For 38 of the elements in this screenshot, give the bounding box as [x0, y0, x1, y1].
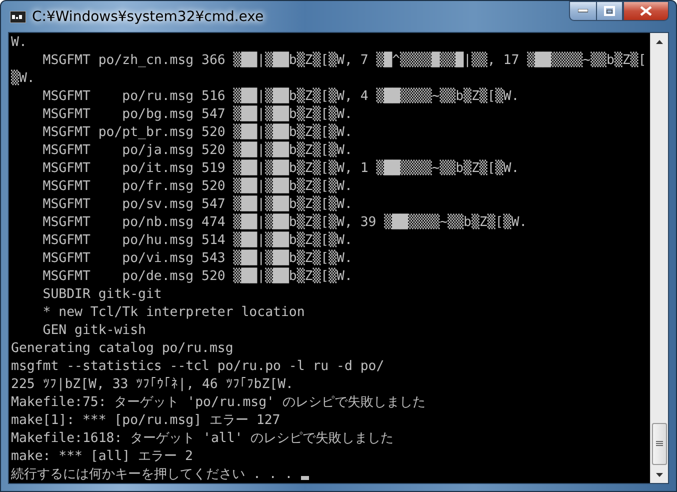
close-button[interactable] [623, 1, 669, 21]
maximize-icon [604, 6, 615, 16]
console-line: SUBDIR gitk-git [42, 287, 162, 302]
console-line: MSGFMT po/fr.msg 520 ▒██|▒██b▒Z▒[▒W. [42, 179, 352, 194]
console-line: W. [11, 35, 27, 50]
grip-icon [656, 441, 663, 447]
console-line: MSGFMT po/ru.msg 516 ▒██|▒██b▒Z▒[▒W, 4 ▒██▒▒▒▒~▒▒b▒Z▒[▒W. [42, 89, 520, 104]
console-line: MSGFMT po/hu.msg 514 ▒██|▒██b▒Z▒[▒W. [42, 233, 352, 248]
scroll-up-icon[interactable] [656, 40, 663, 44]
console-line: MSGFMT po/nb.msg 474 ▒██|▒██b▒Z▒[▒W, 39 ▒██▒▒▒▒~▒▒b▒Z▒[▒W. [42, 215, 528, 230]
window-title: C:¥Windows¥system32¥cmd.exe [32, 8, 264, 24]
console-line: 225 ﾂﾌ|bZ[W, 33 ﾂﾌ｢ｳ｢ﾈ|, 46 ﾂﾌ｢ﾌbZ[W. [11, 377, 294, 392]
maximize-button[interactable] [596, 1, 623, 21]
scroll-down-icon[interactable] [656, 472, 663, 476]
console-line: Makefile:1618: ターゲット 'all' のレシピで失敗しました [11, 431, 394, 446]
close-icon [640, 6, 652, 16]
console-line: Makefile:75: ターゲット 'po/ru.msg' のレシピで失敗しました [11, 395, 426, 410]
minimize-icon [578, 9, 588, 13]
console-line: 続行するには何かキーを押してください . . . [11, 467, 294, 482]
console-line: msgfmt --statistics --tcl po/ru.po -l ru -d po/ [11, 359, 384, 374]
console-line: GEN gitk-wish [42, 323, 146, 338]
console-line: ▒W. [11, 71, 35, 86]
console-line: Generating catalog po/ru.msg [11, 341, 234, 356]
console-line: MSGFMT po/pt_br.msg 520 ▒██|▒██b▒Z▒[▒W. [42, 125, 352, 140]
scrollbar[interactable] [650, 33, 668, 483]
console-line: MSGFMT po/it.msg 519 ▒██|▒██b▒Z▒[▒W, 1 ▒██▒▒▒▒~▒▒b▒Z▒[▒W. [42, 161, 520, 176]
console-line: MSGFMT po/ja.msg 520 ▒██|▒██b▒Z▒[▒W. [42, 143, 352, 158]
console-line: MSGFMT po/sv.msg 547 ▒██|▒██b▒Z▒[▒W. [42, 197, 352, 212]
console-line: make[1]: *** [po/ru.msg] エラー 127 [11, 413, 280, 428]
minimize-button[interactable] [569, 1, 596, 21]
console-line: * new Tcl/Tk interpreter location [42, 305, 305, 320]
console-line: make: *** [all] エラー 2 [11, 449, 193, 464]
scrollbar-thumb[interactable] [652, 423, 667, 465]
console-line: MSGFMT po/vi.msg 543 ▒██|▒██b▒Z▒[▒W. [42, 251, 352, 266]
console-line: MSGFMT po/zh_cn.msg 366 ▒██|▒██b▒Z▒[▒W, 7 ▒█^▒▒▒▒█▒▒█|▒▒, 17 ▒██▒▒▒▒~▒▒b▒Z▒[ [42, 53, 646, 68]
console-line: MSGFMT po/bg.msg 547 ▒██|▒██b▒Z▒[▒W. [42, 107, 352, 122]
console-app-icon [10, 10, 26, 22]
console-line: MSGFMT po/de.msg 520 ▒██|▒██b▒Z▒[▒W. [42, 269, 352, 284]
